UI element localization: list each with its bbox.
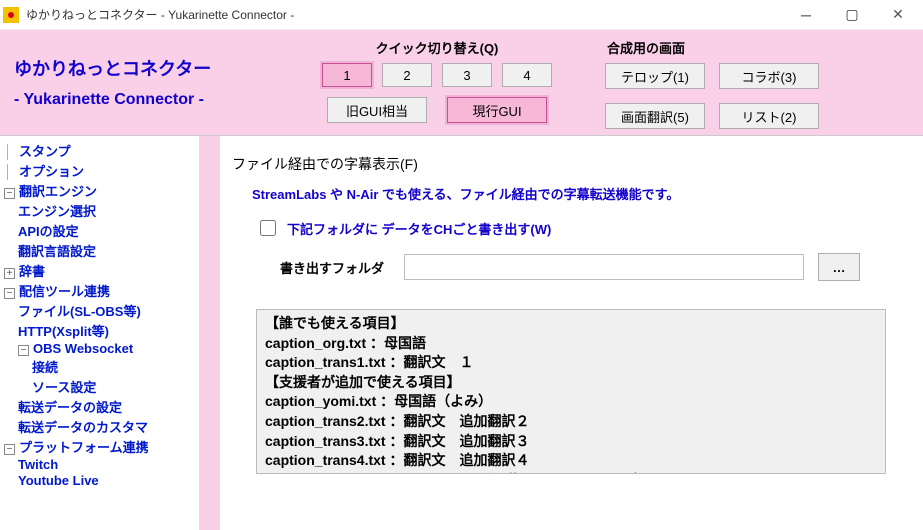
- maximize-button[interactable]: ▢: [829, 0, 875, 30]
- gui-current-button[interactable]: 現行GUI: [447, 97, 547, 123]
- file-list-line: caption_trans3.txt ：翻訳文 追加翻訳３: [265, 432, 877, 452]
- tree-toggle-obsws[interactable]: −: [18, 345, 29, 356]
- synth-label: 合成用の画面: [607, 38, 909, 57]
- file-list-box[interactable]: 【誰でも使える項目】caption_org.txt ：母国語caption_tr…: [256, 309, 886, 474]
- quick-switch-section: クイック切り替え(Q) 1 2 3 4 旧GUI相当 現行GUI: [297, 36, 577, 127]
- titlebar: ゆかりねっとコネクター - Yukarinette Connector - ─ …: [0, 0, 923, 30]
- gui-old-button[interactable]: 旧GUI相当: [327, 97, 427, 123]
- file-list-line: caption_Collabo_org1.txt ：コラボ配信 ユーザ１ 母国語: [265, 471, 877, 474]
- file-list-line: caption_trans4.txt ：翻訳文 追加翻訳４: [265, 451, 877, 471]
- tree-toggle-trans-engine[interactable]: −: [4, 188, 15, 199]
- tree-obs-ws[interactable]: OBS Websocket: [33, 341, 133, 356]
- tree-youtube-live[interactable]: Youtube Live: [18, 473, 99, 488]
- tree-stamp[interactable]: スタンプ: [19, 144, 71, 159]
- app-icon: [2, 6, 20, 24]
- quick-switch-1[interactable]: 1: [322, 63, 372, 87]
- tree-transfer-settings[interactable]: 転送データの設定: [18, 400, 122, 415]
- content-pane: ファイル経由での字幕表示(F) StreamLabs や N-Air でも使える…: [220, 135, 923, 530]
- brand-block: ゆかりねっとコネクター - Yukarinette Connector -: [14, 36, 269, 127]
- window-title: ゆかりねっとコネクター - Yukarinette Connector -: [26, 6, 783, 23]
- tree-pane[interactable]: │スタンプ │オプション −翻訳エンジン エンジン選択 APIの設定 翻訳言語設…: [0, 135, 200, 530]
- brand-title-en: - Yukarinette Connector -: [14, 91, 269, 109]
- synth-btn-collab[interactable]: コラボ(3): [719, 63, 819, 89]
- close-button[interactable]: ✕: [875, 0, 921, 30]
- tree-toggle-dict[interactable]: +: [4, 268, 15, 279]
- synth-btn-telop[interactable]: テロップ(1): [605, 63, 705, 89]
- file-list-line: caption_trans2.txt ：翻訳文 追加翻訳２: [265, 412, 877, 432]
- minimize-button[interactable]: ─: [783, 0, 829, 30]
- tree-transfer-customize[interactable]: 転送データのカスタマ: [18, 420, 148, 435]
- tree-option[interactable]: オプション: [19, 164, 84, 179]
- synth-btn-screentrans[interactable]: 画面翻訳(5): [605, 103, 705, 129]
- tree-trans-engine[interactable]: 翻訳エンジン: [19, 184, 97, 199]
- tree-trans-lang[interactable]: 翻訳言語設定: [18, 244, 96, 259]
- tree-twitch[interactable]: Twitch: [18, 457, 58, 472]
- content-heading: ファイル経由での字幕表示(F): [232, 154, 911, 174]
- content-info: StreamLabs や N-Air でも使える、ファイル経由での字幕転送機能で…: [252, 184, 911, 203]
- file-list-line: 【支援者が追加で使える項目】: [265, 373, 877, 393]
- file-list-line: caption_trans1.txt ：翻訳文 １: [265, 353, 877, 373]
- folder-label: 書き出すフォルダ: [280, 258, 390, 277]
- brand-title-jp: ゆかりねっとコネクター: [14, 55, 269, 81]
- tree-toggle-platform[interactable]: −: [4, 444, 15, 455]
- file-list-line: 【誰でも使える項目】: [265, 314, 877, 334]
- tree-stream-tool[interactable]: 配信ツール連携: [19, 284, 110, 299]
- tree-file-slobs[interactable]: ファイル(SL-OBS等): [18, 304, 141, 319]
- tree-obs-source[interactable]: ソース設定: [32, 380, 96, 395]
- divider-gap: [200, 135, 220, 530]
- folder-input[interactable]: [404, 254, 804, 280]
- browse-button[interactable]: …: [818, 253, 860, 281]
- file-list-line: caption_yomi.txt ：母国語（よみ）: [265, 392, 877, 412]
- tree-engine-select[interactable]: エンジン選択: [18, 204, 96, 219]
- synth-btn-list[interactable]: リスト(2): [719, 103, 819, 129]
- write-per-ch-label[interactable]: 下記フォルダに データをCHごと書き出す(W): [287, 219, 551, 238]
- quick-switch-3[interactable]: 3: [442, 63, 492, 87]
- tree-api-settings[interactable]: APIの設定: [18, 224, 79, 239]
- quick-switch-label: クイック切り替え(Q): [297, 38, 577, 57]
- quick-switch-4[interactable]: 4: [502, 63, 552, 87]
- synth-section: 合成用の画面 テロップ(1) コラボ(3) 画面翻訳(5) リスト(2) 多言語…: [605, 36, 909, 127]
- tree-platform[interactable]: プラットフォーム連携: [19, 440, 149, 455]
- tree-obs-connect[interactable]: 接続: [32, 360, 58, 375]
- top-banner: ゆかりねっとコネクター - Yukarinette Connector - クイ…: [0, 30, 923, 135]
- quick-switch-2[interactable]: 2: [382, 63, 432, 87]
- write-per-ch-checkbox[interactable]: [260, 220, 276, 236]
- tree-dict[interactable]: 辞書: [19, 264, 45, 279]
- tree-toggle-stream-tool[interactable]: −: [4, 288, 15, 299]
- tree-http-xsplit[interactable]: HTTP(Xsplit等): [18, 324, 109, 339]
- file-list-line: caption_org.txt ：母国語: [265, 334, 877, 354]
